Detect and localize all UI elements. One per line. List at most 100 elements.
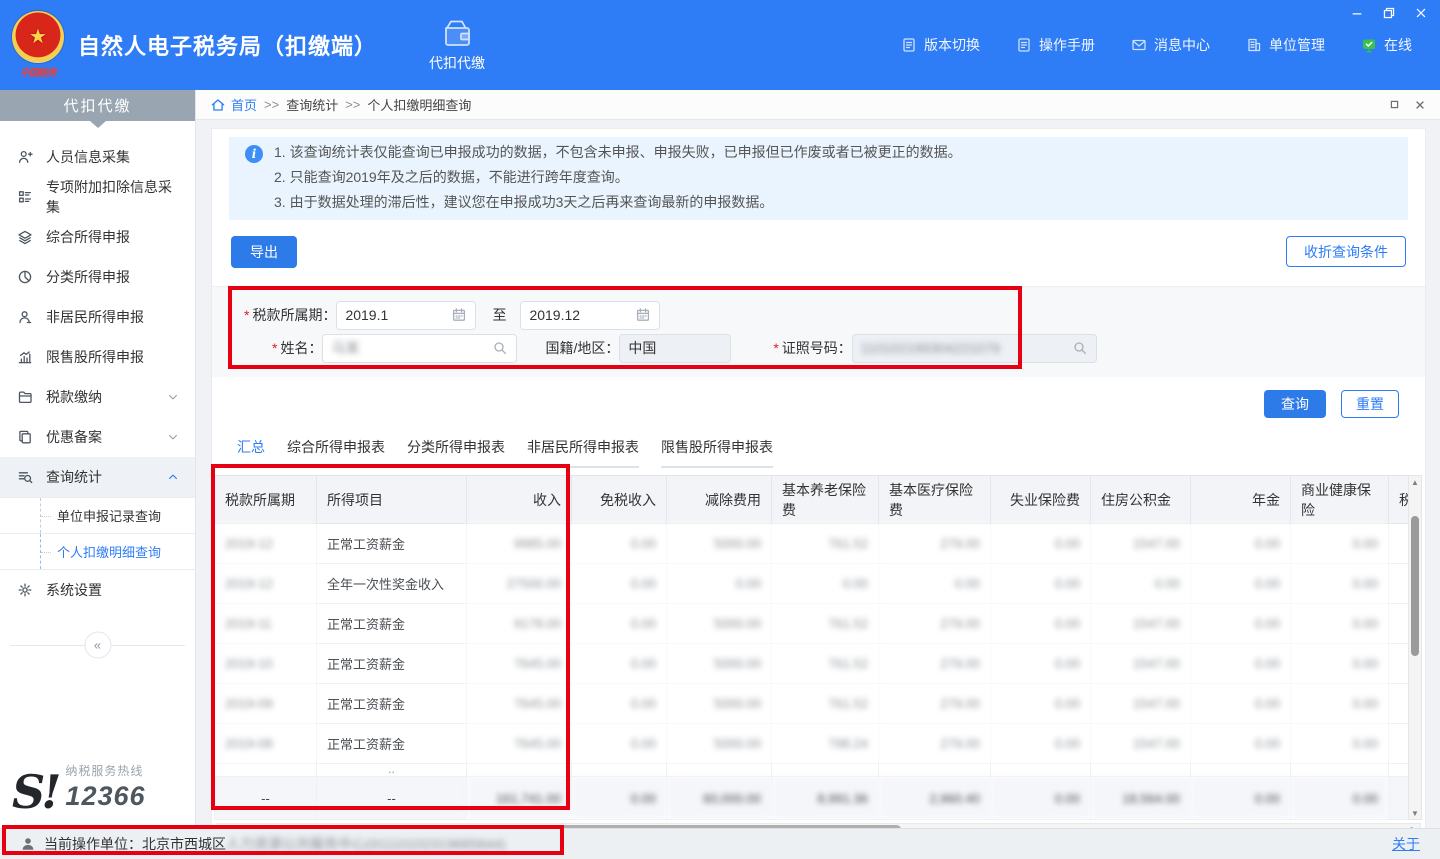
period-from-input[interactable]: 2019.1 [336, 301, 476, 330]
cell: 正常工资薪金 [317, 644, 467, 684]
about-link[interactable]: 关于 [1392, 834, 1420, 854]
cell: 0.00 [1291, 684, 1389, 724]
cell [1389, 644, 1410, 684]
sidebar-item-system-settings[interactable]: 系统设置 [0, 570, 195, 610]
cell: 7645.00 [467, 644, 572, 684]
search-icon[interactable] [492, 340, 508, 356]
panel-restore-icon[interactable] [1389, 99, 1400, 111]
cell: 2019-12 [215, 524, 317, 564]
cell: 761.52 [772, 604, 879, 644]
query-form: *税款所属期： 2019.1 至 2019.12 *姓名： 马某 国籍/地区： [212, 286, 1425, 377]
sidebar-subitem-label: 单位申报记录查询 [57, 506, 161, 525]
table-row: 2019-08正常工资薪金7645.000.005000.00798.24279… [215, 724, 1410, 764]
cell: 正常工资薪金 [317, 604, 467, 644]
cell: 0.00 [1291, 524, 1389, 564]
sidebar-item-personnel[interactable]: 人员信息采集 [0, 137, 195, 177]
scroll-up-arrow-icon[interactable]: ▲ [1409, 476, 1421, 488]
sidebar-item-classified-income[interactable]: 分类所得申报 [0, 257, 195, 297]
breadcrumb-home[interactable]: 首页 [210, 95, 257, 114]
doc-icon [901, 37, 917, 53]
sidebar-subitem-label: 个人扣缴明细查询 [57, 542, 161, 561]
cell: 0.00 [572, 724, 667, 764]
cell: 7645.00 [467, 684, 572, 724]
cell: -- [317, 777, 467, 820]
table-row: 2019-11正常工资薪金9178.000.005000.00761.52279… [215, 604, 1410, 644]
header-menu-online-status[interactable]: 在线 [1361, 35, 1412, 55]
info-icon: i [245, 145, 263, 163]
table-header-row: 税款所属期所得项目收入免税收入减除费用基本养老保险费基本医疗保险费失业保险费住房… [215, 476, 1410, 524]
calendar-icon[interactable] [635, 307, 651, 323]
win-restore-icon[interactable] [1382, 6, 1396, 20]
scroll-down-arrow-icon[interactable]: ▼ [1409, 807, 1421, 819]
table-row: 2019-12正常工资薪金9985.000.005000.00761.52279… [215, 524, 1410, 564]
cell: 0.00 [572, 684, 667, 724]
collapse-query-button[interactable]: 收折查询条件 [1286, 236, 1406, 267]
cell [1291, 764, 1389, 777]
vertical-scrollbar[interactable]: ▲ ▼ [1408, 475, 1422, 820]
tab-summary[interactable]: 汇总 [237, 437, 265, 468]
period-to-input[interactable]: 2019.12 [520, 301, 660, 330]
search-list-icon [16, 469, 33, 486]
table-wrap: 税款所属期所得项目收入免税收入减除费用基本养老保险费基本医疗保险费失业保险费住房… [214, 475, 1425, 828]
cell [667, 764, 772, 777]
cell: 2019-09 [215, 684, 317, 724]
module-nav: 代扣代缴 [429, 18, 485, 73]
sidebar-item-comprehensive-income[interactable]: 综合所得申报 [0, 217, 195, 257]
column-header: 年金 [1191, 476, 1291, 524]
search-button[interactable]: 查询 [1264, 390, 1326, 418]
header-menu-label: 单位管理 [1269, 35, 1325, 55]
notice-line-2: 2. 只能查询2019年及之后的数据，不能进行跨年度查询。 [274, 165, 962, 190]
header-menu-message-center[interactable]: 消息中心 [1131, 35, 1210, 55]
cell: 0.00 [572, 524, 667, 564]
cell: 761.52 [772, 684, 879, 724]
export-button[interactable]: 导出 [231, 236, 297, 268]
sidebar-item-restricted-shares[interactable]: 限售股所得申报 [0, 337, 195, 377]
header-menu-org-manage[interactable]: 单位管理 [1246, 35, 1325, 55]
home-icon [210, 97, 226, 113]
form-list-icon [16, 189, 33, 206]
table-body: 2019-12正常工资薪金9985.000.005000.00761.52279… [215, 524, 1410, 820]
cell: 0.00 [991, 604, 1091, 644]
tab-comprehensive[interactable]: 综合所得申报表 [287, 437, 385, 468]
current-unit-label: 当前操作单位：北京市西城区人力资源公共服务中心(9111010231968584… [44, 834, 506, 854]
cell: 0.00 [1291, 644, 1389, 684]
cell: 9178.00 [467, 604, 572, 644]
sidebar-item-special-deduction[interactable]: 专项附加扣除信息采集 [0, 177, 195, 217]
tab-restricted[interactable]: 限售股所得申报表 [661, 437, 773, 468]
cell: 5000.00 [667, 604, 772, 644]
calendar-icon[interactable] [451, 307, 467, 323]
period-label: *税款所属期： [244, 305, 336, 325]
cell: 0.00 [572, 564, 667, 604]
cell: 279.00 [879, 524, 991, 564]
sidebar-subitem-unit-declare-query[interactable]: 单位申报记录查询 [0, 498, 195, 534]
sidebar-item-preferential-filing[interactable]: 优惠备案 [0, 417, 195, 457]
sidebar-item-tax-payment[interactable]: 税款缴纳 [0, 377, 195, 417]
header-menu-version-switch[interactable]: 版本切换 [901, 35, 980, 55]
cell [1091, 764, 1191, 777]
cell: 0.00 [1191, 604, 1291, 644]
panel-close-icon[interactable] [1414, 99, 1426, 111]
sidebar-item-query-statistics[interactable]: 查询统计 [0, 457, 195, 497]
sidebar-item-nonresident-income[interactable]: 非居民所得申报 [0, 297, 195, 337]
tab-classified[interactable]: 分类所得申报表 [407, 437, 505, 468]
cell: 761.52 [772, 644, 879, 684]
cell [1191, 764, 1291, 777]
sidebar-subitem-personal-detail-query[interactable]: 个人扣缴明细查询 [0, 534, 195, 570]
win-close-icon[interactable] [1414, 6, 1428, 20]
module-item-withholding[interactable]: 代扣代缴 [429, 18, 485, 73]
win-minimize-icon[interactable] [1350, 6, 1364, 20]
name-input[interactable]: 马某 [322, 334, 517, 363]
cell [1389, 777, 1410, 820]
vertical-scroll-thumb[interactable] [1411, 516, 1419, 656]
reset-button[interactable]: 重置 [1341, 390, 1399, 418]
breadcrumb-item-current: 个人扣缴明细查询 [367, 95, 471, 114]
search-icon[interactable] [1072, 340, 1088, 356]
hotline-label: 纳税服务热线 [65, 762, 145, 779]
header-menu-manual[interactable]: 操作手册 [1016, 35, 1095, 55]
column-header: 免税收入 [572, 476, 667, 524]
sidebar-collapse-button[interactable]: « [84, 632, 111, 659]
cell: 798.24 [772, 724, 879, 764]
breadcrumb-separator: >> [345, 97, 360, 112]
module-label: 代扣代缴 [429, 53, 485, 73]
tab-nonresident[interactable]: 非居民所得申报表 [527, 437, 639, 468]
